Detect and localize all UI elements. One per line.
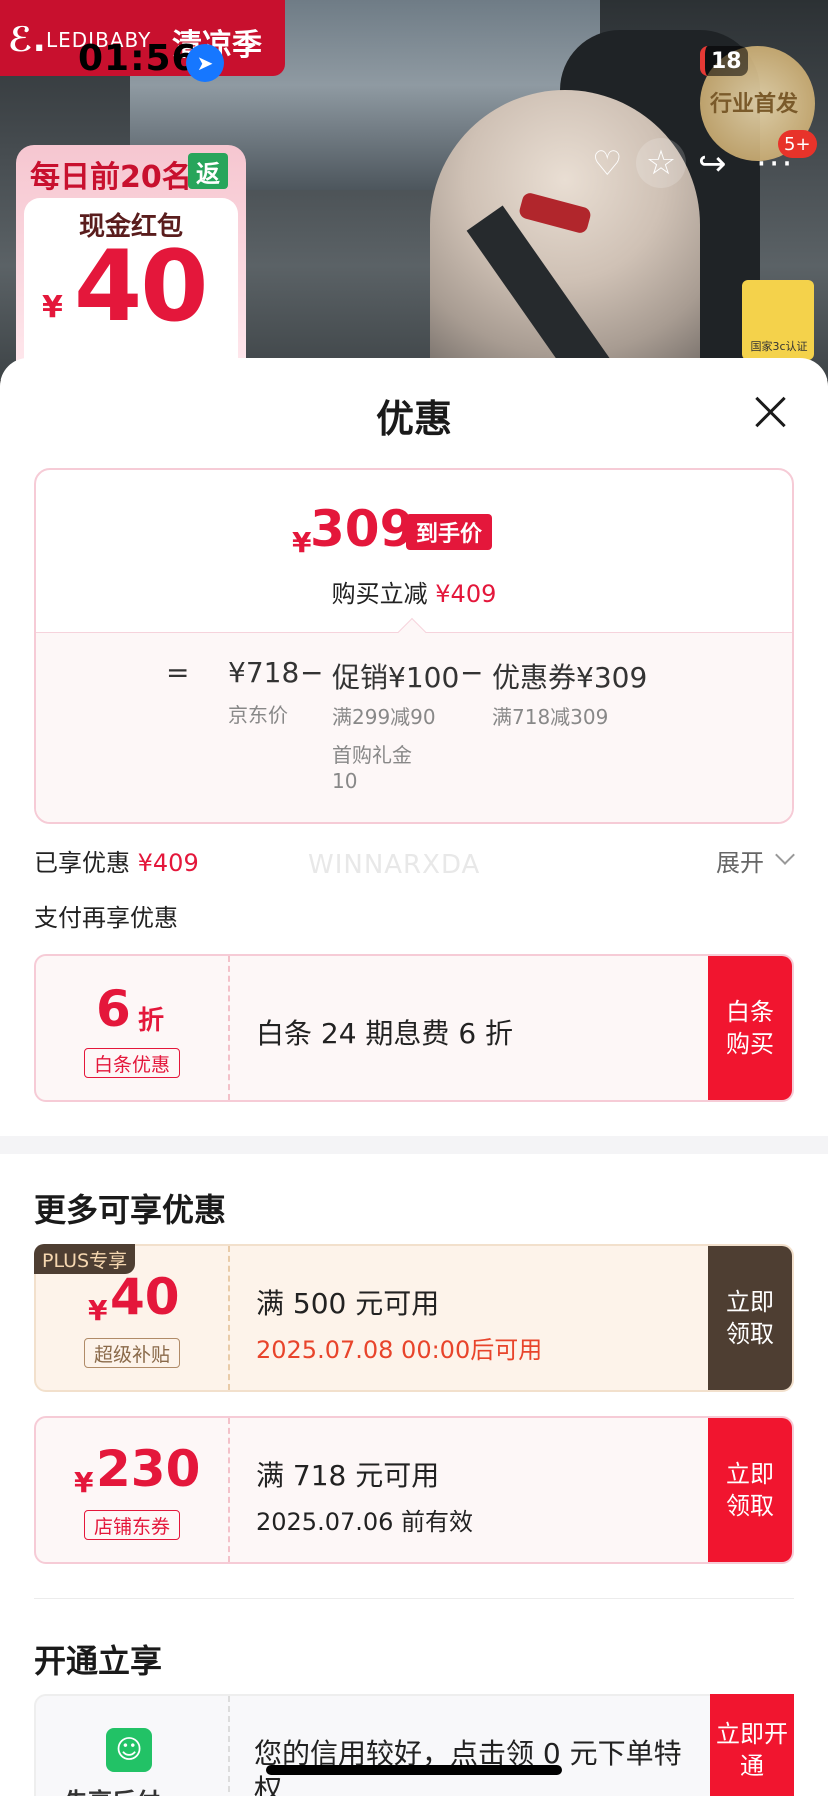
open-benefits-title: 开通立享 — [34, 1642, 163, 1680]
baitiao-buy-button[interactable]: 白条购买 — [708, 956, 792, 1100]
share-icon[interactable]: ↪ — [698, 144, 727, 184]
section-separator — [0, 1136, 828, 1154]
battery-indicator: 18 — [700, 46, 748, 76]
baitiao-unit: 折 — [138, 1006, 165, 1036]
plus-coupon[interactable]: ¥ 40 超级补贴 满 500 元可用 2025.07.08 00:00后可用 … — [34, 1244, 794, 1392]
watermark: WINNARXDA — [308, 850, 481, 880]
enjoyed-label: 已享优惠 — [34, 849, 130, 877]
coupon-sub: 满718减309 — [492, 705, 609, 729]
heart-icon[interactable]: ♡ — [592, 144, 622, 184]
eq-sign: = — [166, 656, 190, 689]
credit-label: 先享后付 — [64, 1782, 160, 1796]
status-time: 01:56 — [78, 38, 198, 79]
final-price-tag: 到手价 — [406, 514, 493, 550]
shop-coupon-validity: 2025.07.06 前有效 — [256, 1508, 474, 1536]
plus-coupon-currency: ¥ — [88, 1294, 108, 1327]
shop-coupon-currency: ¥ — [74, 1466, 94, 1499]
shop-coupon[interactable]: ¥ 230 店铺东券 满 718 元可用 2025.07.06 前有效 立即领取 — [34, 1416, 794, 1564]
brand-logo: ℰ. — [8, 20, 46, 60]
shop-coupon-amount: 230 — [96, 1440, 201, 1498]
baitiao-value: 6 — [96, 980, 131, 1038]
pay-discount-title: 支付再享优惠 — [34, 904, 178, 932]
jd-price: ¥718 — [228, 656, 300, 689]
reduce-label: 购买立减 — [331, 580, 428, 608]
promo-head: 每日前20名 — [30, 160, 192, 195]
plus-coupon-condition: 满 500 元可用 — [256, 1287, 440, 1320]
award-text: 行业首发 — [710, 92, 799, 117]
reduce-amount: ¥409 — [435, 580, 497, 608]
home-indicator[interactable] — [266, 1765, 562, 1775]
promo-amount: 40 — [74, 230, 208, 344]
divider — [228, 956, 230, 1100]
divider-line — [34, 1598, 794, 1599]
final-price-currency: ¥ — [292, 526, 312, 559]
plus-coupon-tag: 超级补贴 — [84, 1338, 180, 1368]
baitiao-coupon[interactable]: 6 折 白条优惠 白条 24 期息费 6 折 白条购买 — [34, 954, 794, 1102]
coupon-value: 优惠券¥309 — [492, 661, 648, 694]
more-discounts-title: 更多可享优惠 — [34, 1191, 227, 1229]
star-icon[interactable]: ☆ — [636, 138, 686, 188]
plus-coupon-validity: 2025.07.08 00:00后可用 — [256, 1336, 543, 1364]
close-icon[interactable] — [750, 392, 790, 432]
reduce-line: 购买立减 ¥409 — [36, 574, 792, 609]
activate-button[interactable]: 立即开通 — [710, 1694, 794, 1796]
expand-button[interactable]: 展开 — [716, 843, 764, 878]
plus-coupon-amount: 40 — [110, 1268, 180, 1326]
ccc-cert-text: 国家3c认证 — [750, 340, 808, 353]
promo-sub-2: 首购礼金 — [332, 743, 412, 767]
claim-button[interactable]: 立即领取 — [708, 1246, 792, 1390]
divider — [228, 1246, 230, 1390]
plus-exclusive-tag: PLUS专享 — [34, 1244, 136, 1274]
promo-head-tag: 返 — [188, 153, 228, 189]
sheet-title: 优惠 — [375, 397, 452, 441]
minus-sign: − — [460, 656, 484, 689]
final-price: 309 — [310, 500, 415, 558]
shop-coupon-condition: 满 718 元可用 — [256, 1459, 440, 1492]
divider — [228, 1696, 230, 1796]
baitiao-text: 白条 24 期息费 6 折 — [256, 1017, 514, 1050]
price-breakdown-card: ¥ 309 到手价 购买立减 ¥409 = ¥718 京东价 − 促销¥100 … — [34, 468, 794, 824]
claim-button[interactable]: 立即领取 — [708, 1418, 792, 1562]
location-arrow-icon: ➤ — [186, 44, 224, 82]
shop-coupon-tag: 店铺东券 — [84, 1510, 180, 1540]
baitiao-tag: 白条优惠 — [84, 1048, 180, 1078]
promo-sub-3: 10 — [332, 769, 358, 793]
enjoyed-amount: ¥409 — [137, 849, 199, 877]
promo-value: 促销¥100 — [332, 661, 460, 694]
divider — [228, 1418, 230, 1562]
minus-sign: − — [300, 656, 324, 689]
promo-sub-1: 满299减90 — [332, 705, 436, 729]
enjoyed-discount: 已享优惠 ¥409 — [34, 843, 199, 878]
jd-price-label: 京东价 — [228, 703, 288, 727]
screen: ℰ. LEDIBABY 清凉季 行业首发 01:56 ➤ 18 ‹ ♡ ☆ ↪ … — [0, 0, 828, 1796]
promo-currency: ¥ — [42, 290, 63, 325]
cart-count-badge: 5+ — [778, 130, 817, 158]
shopping-bag-icon: ☺ — [106, 1728, 152, 1772]
